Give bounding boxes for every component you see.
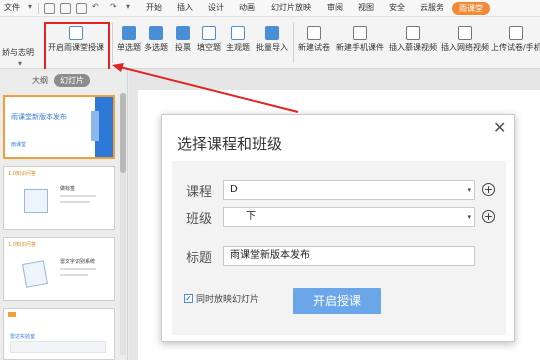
single-choice-icon [122, 26, 136, 40]
multi-choice-button[interactable]: 多选题 [144, 26, 168, 53]
save-icon[interactable] [44, 3, 55, 14]
sync-slides-checkbox[interactable]: ✓ [184, 294, 193, 303]
insert-mooc-button[interactable]: 插入慕课视频 [389, 26, 437, 53]
menu-design[interactable]: 设计 [208, 2, 224, 13]
fill-blank-icon [202, 26, 216, 40]
subjective-icon [231, 26, 245, 40]
thumb3-head: 雷文字识别系统 [60, 259, 96, 265]
menu-rainclass-tab[interactable]: 雨课堂 [452, 2, 490, 15]
insert-web-video-button[interactable]: 插入网络视频 [441, 26, 489, 53]
menu-review[interactable]: 审阅 [327, 2, 343, 13]
ribbon-divider [112, 23, 113, 63]
thumb1-logo: 雨课堂 [11, 142, 27, 148]
class-value: 下 [246, 211, 256, 222]
class-select[interactable]: 下 ▾ [223, 207, 475, 227]
dialog-title: 选择课程和班级 [177, 135, 283, 153]
menu-slideshow[interactable]: 幻灯片放映 [271, 2, 311, 13]
preview-icon[interactable] [76, 3, 87, 14]
menu-cloud[interactable]: 云服务 [420, 2, 444, 13]
vote-icon [176, 26, 190, 40]
fill-blank-label: 填空题 [197, 43, 221, 52]
slide-thumbnail-3[interactable]: 1.0知识问答 雷文字识别系统 [3, 237, 115, 301]
new-mobile-button[interactable]: 新建手机课件 [336, 26, 384, 53]
menu-separator [38, 3, 39, 14]
batch-import-label: 批量导入 [256, 43, 288, 52]
single-choice-button[interactable]: 单选题 [117, 26, 141, 53]
new-paper-icon [307, 26, 321, 40]
subjective-label: 主观题 [226, 43, 250, 52]
quick-access-chevron-icon[interactable]: ▾ [126, 2, 130, 11]
thumb2-illustration [24, 189, 48, 213]
slide-thumbnail-1[interactable]: 雨课堂新版本发布 雨课堂 [3, 95, 115, 159]
slide-thumbnail-4[interactable]: 雷达实验室 [3, 308, 115, 360]
insert-web-label: 插入网络视频 [441, 43, 489, 52]
course-select[interactable]: D ▾ [223, 180, 475, 200]
add-class-icon[interactable]: + [482, 210, 495, 223]
menu-security[interactable]: 安全 [389, 2, 405, 13]
thumb3-tag: 1.0知识问答 [8, 242, 36, 248]
new-mobile-label: 新建手机课件 [336, 43, 384, 52]
course-value: D [230, 184, 238, 195]
insert-mooc-label: 插入慕课视频 [389, 43, 437, 52]
class-label: 班级 [186, 212, 213, 227]
scrollbar-thumb[interactable] [120, 93, 126, 173]
add-course-icon[interactable]: + [482, 183, 495, 196]
redo-icon[interactable]: ↷ [110, 2, 117, 11]
thumb1-title: 雨课堂新版本发布 [11, 113, 67, 121]
upload-button[interactable]: 上传试卷/手机 [491, 26, 540, 53]
vote-button[interactable]: 投票 [175, 26, 191, 53]
new-paper-button[interactable]: 新建试卷 [298, 26, 330, 53]
multi-choice-label: 多选题 [144, 43, 168, 52]
menu-bar: 文件 ▾ ↶ ↷ ▾ 开始 插入 设计 动画 幻灯片放映 审阅 视图 安全 云服… [0, 0, 540, 17]
tab-slides[interactable]: 幻灯片 [54, 74, 90, 87]
menu-file[interactable]: 文件 [4, 2, 20, 13]
new-paper-label: 新建试卷 [298, 43, 330, 52]
mobile-icon [353, 26, 367, 40]
menu-start[interactable]: 开始 [146, 2, 162, 13]
vote-label: 投票 [175, 43, 191, 52]
single-choice-label: 单选题 [117, 43, 141, 52]
menu-insert[interactable]: 插入 [177, 2, 193, 13]
title-label: 标题 [186, 251, 213, 266]
ribbon-divider [293, 23, 294, 63]
title-input[interactable]: 雨课堂新版本发布 [223, 246, 475, 266]
import-icon [265, 26, 279, 40]
chevron-down-icon: ▾ [467, 213, 471, 221]
course-label: 课程 [186, 185, 213, 200]
thumb2-head: 做标签 [60, 186, 76, 192]
thumb3-illustration [22, 260, 48, 288]
thumb2-tag: 1.0知识问答 [8, 171, 36, 177]
print-icon[interactable] [60, 3, 71, 14]
upload-icon [509, 26, 524, 40]
undo-icon[interactable]: ↶ [92, 2, 99, 11]
ribbon-toolbar: 娇与志明 ▾ 开启雨课堂授课 单选题 多选题 投票 填空题 主观题 批量导入 新… [0, 17, 540, 80]
menu-animation[interactable]: 动画 [239, 2, 255, 13]
slide-panel: 大纲 幻灯片 雨课堂新版本发布 雨课堂 1.0知识问答 做标签 1.0知识问答 … [0, 69, 128, 360]
batch-import-button[interactable]: 批量导入 [256, 26, 288, 53]
thumb4-head: 雷达实验室 [10, 334, 36, 340]
tab-outline[interactable]: 大纲 [26, 74, 54, 87]
subjective-button[interactable]: 主观题 [226, 26, 250, 53]
ribbon-left-label[interactable]: 娇与志明 [2, 47, 34, 58]
upload-label: 上传试卷/手机 [491, 43, 540, 52]
chevron-down-icon[interactable]: ▾ [28, 2, 32, 11]
sync-slides-label: 同时放映幻灯片 [196, 295, 260, 305]
menu-view[interactable]: 视图 [358, 2, 374, 13]
slide-thumbnail-2[interactable]: 1.0知识问答 做标签 [3, 166, 115, 230]
close-icon[interactable]: ✕ [493, 118, 506, 137]
fill-blank-button[interactable]: 填空题 [197, 26, 221, 53]
web-video-icon [458, 26, 472, 40]
multi-choice-icon [149, 26, 163, 40]
video-icon [406, 26, 420, 40]
chevron-down-icon: ▾ [467, 186, 471, 194]
start-class-button[interactable]: 开启授课 [293, 288, 381, 314]
chevron-down-icon[interactable]: ▾ [18, 59, 22, 68]
